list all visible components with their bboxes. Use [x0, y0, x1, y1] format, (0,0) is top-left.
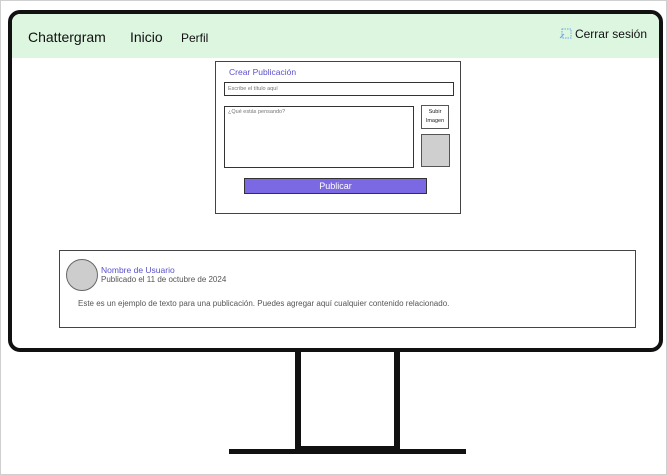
monitor-screen: Chattergram Inicio Perfil Cerrar sesión … — [8, 10, 663, 352]
post-author[interactable]: Nombre de Usuario — [101, 265, 175, 275]
create-post-card: Crear Publicación Subir Imagen Publicar — [215, 61, 461, 214]
logout-icon — [559, 28, 573, 40]
upload-image-button[interactable]: Subir Imagen — [421, 105, 449, 129]
monitor-stand-neck — [295, 352, 400, 450]
post-card: Nombre de Usuario Publicado el 11 de oct… — [59, 250, 636, 328]
nav-link-inicio[interactable]: Inicio — [130, 29, 163, 45]
upload-label-line1: Subir — [428, 109, 442, 115]
nav-link-perfil[interactable]: Perfil — [181, 31, 208, 45]
post-body-input[interactable] — [224, 106, 414, 168]
post-title-input[interactable] — [224, 82, 454, 96]
image-preview — [421, 134, 450, 167]
logout-button[interactable]: Cerrar sesión — [559, 27, 647, 41]
avatar[interactable] — [66, 259, 98, 291]
post-date: Publicado el 11 de octubre de 2024 — [101, 275, 227, 284]
brand-logo[interactable]: Chattergram — [28, 29, 106, 45]
logout-label: Cerrar sesión — [574, 27, 647, 41]
upload-label-line2: Imagen — [425, 118, 445, 124]
publish-button[interactable]: Publicar — [244, 178, 427, 194]
post-text: Este es un ejemplo de texto para una pub… — [78, 299, 450, 308]
monitor-stand-base — [229, 449, 466, 454]
create-post-title: Crear Publicación — [229, 67, 297, 77]
navbar: Chattergram Inicio Perfil Cerrar sesión — [12, 14, 659, 58]
